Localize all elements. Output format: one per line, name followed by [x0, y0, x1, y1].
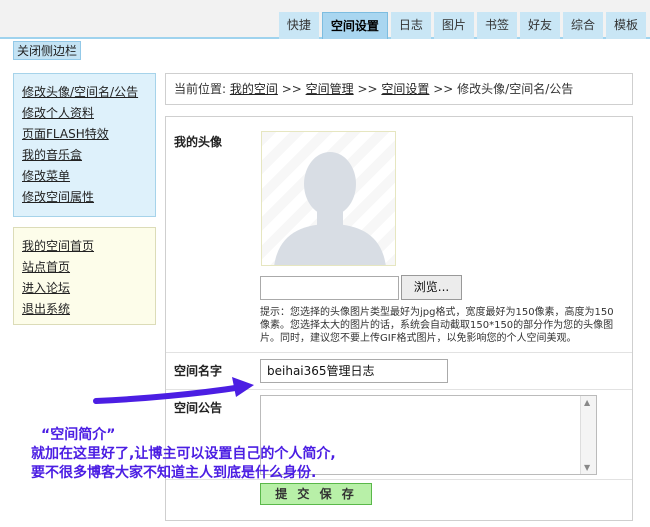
- sidebar-item-edit-profile[interactable]: 修改个人资料: [22, 103, 147, 124]
- sidebar-item-logout[interactable]: 退出系统: [22, 299, 147, 320]
- breadcrumb-link-space-management[interactable]: 空间管理: [306, 82, 354, 96]
- tab-diary[interactable]: 日志: [390, 12, 431, 39]
- sidebar-item-my-space-home[interactable]: 我的空间首页: [22, 236, 147, 257]
- nav-tabs: 快捷 空间设置 日志 图片 书签 好友 综合 模板: [278, 12, 646, 39]
- breadcrumb-separator: >>: [353, 82, 382, 96]
- top-navigation-bar: 快捷 空间设置 日志 图片 书签 好友 综合 模板: [0, 0, 650, 39]
- tab-space-settings[interactable]: 空间设置: [321, 12, 388, 39]
- sidebar-item-edit-menu[interactable]: 修改菜单: [22, 166, 147, 187]
- annotation-note: “空间简介” 就加在这里好了,让博主可以设置自己的个人简介, 要不很多博客大家不…: [31, 426, 336, 483]
- annotation-line: 就加在这里好了,让博主可以设置自己的个人简介,: [31, 446, 336, 462]
- tab-general[interactable]: 综合: [562, 12, 603, 39]
- tab-pictures[interactable]: 图片: [433, 12, 474, 39]
- breadcrumb-current: 修改头像/空间名/公告: [457, 82, 574, 96]
- breadcrumb-prefix: 当前位置:: [174, 82, 230, 96]
- breadcrumb-separator: >>: [429, 82, 458, 96]
- sidebar-item-music-box[interactable]: 我的音乐盒: [22, 145, 147, 166]
- tab-templates[interactable]: 模板: [605, 12, 646, 39]
- submit-save-button[interactable]: 提 交 保 存: [260, 483, 372, 505]
- breadcrumb-separator: >>: [277, 82, 306, 96]
- tab-bookmarks[interactable]: 书签: [476, 12, 517, 39]
- browse-button[interactable]: 浏览...: [401, 275, 462, 300]
- annotation-title: “空间简介”: [41, 427, 116, 443]
- sidebar-item-flash-effects[interactable]: 页面FLASH特效: [22, 124, 147, 145]
- sidebar-item-edit-avatar[interactable]: 修改头像/空间名/公告: [22, 82, 147, 103]
- scroll-up-arrow-icon[interactable]: ▲: [584, 398, 590, 407]
- annotation-arrow-icon: [93, 377, 254, 404]
- avatar-image: [261, 131, 396, 266]
- avatar-file-input[interactable]: [260, 276, 399, 300]
- breadcrumb-link-my-space[interactable]: 我的空间: [230, 82, 278, 96]
- breadcrumb: 当前位置: 我的空间 >> 空间管理 >> 空间设置 >> 修改头像/空间名/公…: [165, 73, 633, 105]
- scroll-down-arrow-icon[interactable]: ▼: [584, 463, 590, 472]
- default-avatar-silhouette-icon: [274, 152, 386, 265]
- breadcrumb-link-space-settings[interactable]: 空间设置: [381, 82, 429, 96]
- space-name-input[interactable]: beihai365管理日志: [260, 359, 448, 383]
- sidebar-links-menu: 我的空间首页 站点首页 进入论坛 退出系统: [13, 227, 156, 325]
- sidebar-item-space-properties[interactable]: 修改空间属性: [22, 187, 147, 208]
- annotation-line: 要不很多博客大家不知道主人到底是什么身份.: [31, 465, 317, 481]
- sidebar-item-forum[interactable]: 进入论坛: [22, 278, 147, 299]
- tab-friends[interactable]: 好友: [519, 12, 560, 39]
- tab-quick[interactable]: 快捷: [278, 12, 319, 39]
- divider: [166, 352, 632, 353]
- textarea-scrollbar[interactable]: ▲ ▼: [580, 396, 596, 474]
- close-sidebar-button[interactable]: 关闭侧边栏: [13, 41, 82, 60]
- avatar-upload-tip: 提示：您选择的头像图片类型最好为jpg格式，宽度最好为150像素，高度为150像…: [260, 307, 614, 344]
- avatar-label: 我的头像: [174, 135, 223, 149]
- sidebar-item-site-home[interactable]: 站点首页: [22, 257, 147, 278]
- sidebar-settings-menu: 修改头像/空间名/公告 修改个人资料 页面FLASH特效 我的音乐盒 修改菜单 …: [13, 73, 156, 217]
